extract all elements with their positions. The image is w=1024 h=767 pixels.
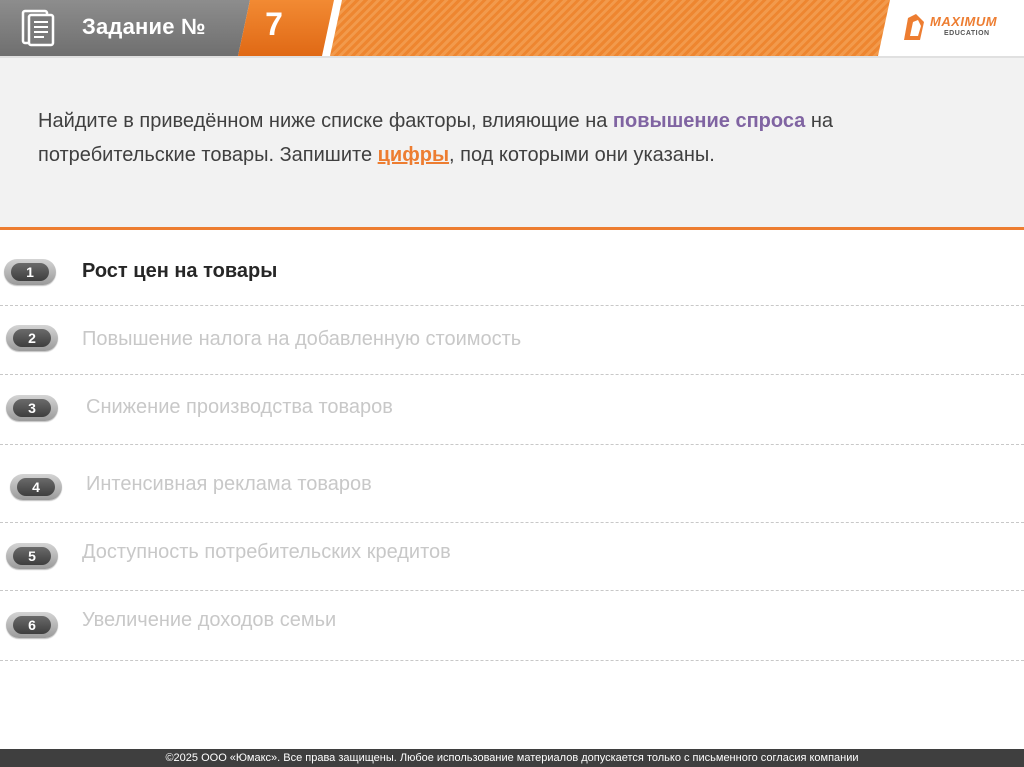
option-separator: [0, 660, 1024, 661]
option-number-badge: 3: [6, 395, 58, 421]
task-text-part3: , под которыми они указаны.: [449, 144, 715, 166]
option-number-badge: 1: [4, 259, 56, 285]
option-number-badge: 5: [6, 543, 58, 569]
option-text: Доступность потребительских кредитов: [82, 541, 451, 563]
task-instruction: Найдите в приведённом ниже списке фактор…: [38, 104, 988, 172]
option-row-6[interactable]: 6 Увеличение доходов семьи: [0, 594, 1024, 654]
highlight-digits: цифры: [377, 144, 450, 166]
option-row-2[interactable]: 2 Повышение налога на добавленную стоимо…: [0, 310, 1024, 370]
logo-subtext: EDUCATION: [944, 30, 990, 37]
option-text: Рост цен на товары: [82, 260, 278, 282]
option-number-badge: 2: [6, 325, 58, 351]
option-separator: [0, 374, 1024, 375]
option-number-badge: 4: [10, 474, 62, 500]
option-separator: [0, 522, 1024, 523]
option-row-5[interactable]: 5 Доступность потребительских кредитов: [0, 526, 1024, 586]
document-icon: [21, 9, 55, 47]
task-number: 7: [265, 6, 283, 42]
option-number: 5: [13, 547, 51, 565]
option-separator: [0, 444, 1024, 445]
option-row-4[interactable]: 4 Интенсивная реклама товаров: [0, 458, 1024, 518]
logo-text: MAXIMUM: [930, 14, 998, 29]
copyright-footer: ©2025 ООО «Юмакс». Все права защищены. Л…: [0, 749, 1024, 767]
option-text: Интенсивная реклама товаров: [86, 473, 372, 495]
option-text: Увеличение доходов семьи: [82, 609, 337, 631]
task-text-part1: Найдите в приведённом ниже списке фактор…: [38, 110, 613, 132]
header-stripe-bar: [330, 0, 890, 56]
option-number: 2: [13, 329, 51, 347]
option-number: 4: [17, 478, 55, 496]
option-number: 3: [13, 399, 51, 417]
option-text: Снижение производства товаров: [86, 396, 393, 418]
option-number-badge: 6: [6, 612, 58, 638]
option-row-1[interactable]: 1 Рост цен на товары: [0, 242, 1024, 302]
page-title: Задание №: [82, 14, 206, 39]
option-row-3[interactable]: 3 Снижение производства товаров: [0, 380, 1024, 440]
option-text: Повышение налога на добавленную стоимост…: [82, 328, 522, 350]
header: Задание № 7 MAXIMUM EDUCATION: [0, 0, 1024, 58]
highlight-demand: повышение спроса: [612, 110, 806, 132]
option-separator: [0, 590, 1024, 591]
option-separator: [0, 305, 1024, 306]
task-panel-divider: [0, 227, 1024, 230]
option-number: 1: [11, 263, 49, 281]
option-number: 6: [13, 616, 51, 634]
